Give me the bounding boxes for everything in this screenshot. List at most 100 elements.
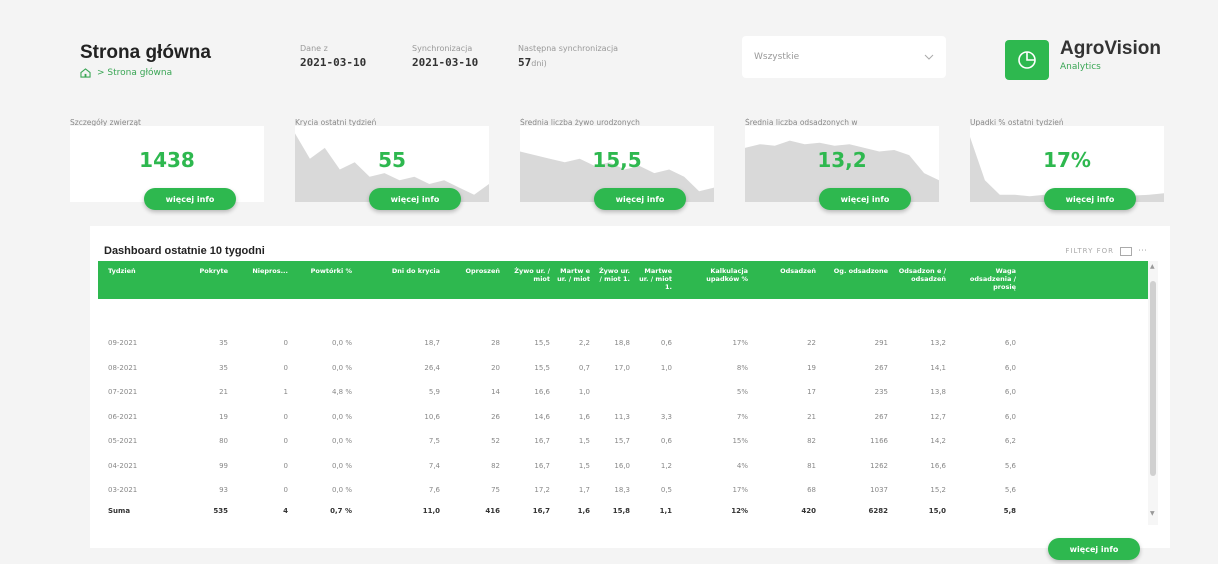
- kpi-animals: Szczegóły zwierząt 1438 więcej info: [70, 118, 264, 214]
- breadcrumb-current[interactable]: > Strona główna: [97, 68, 172, 78]
- table-cell: 07-2021: [108, 388, 138, 396]
- table-cell: 267: [874, 363, 888, 372]
- table-scrollbar[interactable]: ▲ ▼: [1148, 261, 1158, 525]
- column-header[interactable]: Niepros...: [242, 267, 288, 275]
- table-cell: 1: [283, 388, 288, 396]
- scroll-down-icon[interactable]: ▼: [1150, 510, 1155, 517]
- table-row[interactable]: 07-2021 21 1 4,8 % 5,9 14 16,6 1,0 5% 17 235 13,8 6,…: [98, 380, 1148, 404]
- scroll-up-icon[interactable]: ▲: [1150, 263, 1155, 270]
- column-header[interactable]: Tydzień: [108, 267, 168, 275]
- more-info-button[interactable]: więcej info: [1044, 188, 1136, 210]
- column-header[interactable]: Powtórki %: [298, 267, 352, 275]
- total-cell: 11,0: [422, 506, 440, 515]
- table-row[interactable]: 06-2021 19 0 0,0 % 10,6 26 14,6 1,6 11,3 3,3 7% 21 2…: [98, 405, 1148, 429]
- table-cell: 6,0: [1004, 363, 1016, 372]
- table-cell: 17%: [732, 339, 748, 347]
- data-table: Tydzień Pokryte Niepros... Powtórki % Dni do…: [98, 261, 1148, 525]
- home-icon[interactable]: [80, 68, 91, 78]
- table-cell: 7,6: [428, 486, 440, 494]
- more-info-button[interactable]: więcej info: [594, 188, 686, 210]
- farm-filter-dropdown[interactable]: Wszystkie: [742, 36, 946, 78]
- column-header[interactable]: Żywo ur. / miot 1.: [596, 267, 630, 283]
- brand: AgroVision Analytics: [1060, 38, 1161, 72]
- total-cell: 0,7 %: [330, 506, 352, 515]
- column-header[interactable]: Dni do krycia: [360, 267, 440, 275]
- table-row[interactable]: 05-2021 80 0 0,0 % 7,5 52 16,7 1,5 15,7 0,6 15% 82 1…: [98, 429, 1148, 453]
- breadcrumb: > Strona główna: [80, 68, 172, 78]
- table-cell: 1166: [870, 437, 888, 445]
- table-cell: 68: [807, 486, 816, 494]
- total-cell: 416: [485, 506, 500, 515]
- scroll-thumb[interactable]: [1150, 281, 1156, 476]
- kpi-value: 1438: [139, 148, 195, 172]
- total-cell: Suma: [108, 506, 131, 515]
- table-cell: 0,0 %: [331, 363, 352, 372]
- table-cell: 11,3: [614, 412, 630, 421]
- table-row[interactable]: 04-2021 99 0 0,0 % 7,4 82 16,7 1,5 16,0 1,2 4% 81 12…: [98, 454, 1148, 478]
- table-cell: 4,8 %: [331, 388, 352, 396]
- filter-label[interactable]: FILTRY FOR: [1065, 247, 1114, 255]
- table-cell: 267: [874, 412, 888, 421]
- column-header[interactable]: Odsadzon e / odsadzeń: [896, 267, 946, 283]
- table-cell: 05-2021: [108, 437, 138, 445]
- table-cell: 7,5: [428, 437, 440, 445]
- page-title: Strona główna: [80, 42, 211, 63]
- table-cell: 1,7: [578, 486, 590, 494]
- table-cell: 15,2: [930, 486, 946, 494]
- table-cell: 0: [283, 363, 288, 372]
- table-cell: 15,7: [614, 437, 630, 445]
- column-header[interactable]: Odsadzeń: [756, 267, 816, 275]
- total-cell: 535: [213, 506, 228, 515]
- table-more-info-button[interactable]: więcej info: [1048, 538, 1140, 560]
- table-cell: 14,6: [534, 412, 550, 421]
- total-cell: 420: [801, 506, 816, 515]
- table-cell: 26,4: [424, 363, 440, 372]
- more-info-button[interactable]: więcej info: [144, 188, 236, 210]
- table-cell: 0,6: [660, 339, 672, 347]
- table-cell: 17,2: [534, 486, 550, 494]
- table-cell: 5,6: [1004, 461, 1016, 470]
- table-cell: 19: [807, 363, 816, 372]
- sync-value: 2021-03-10: [412, 56, 479, 69]
- total-cell: 6282: [868, 506, 888, 515]
- table-cell: 15,5: [534, 363, 550, 372]
- table-cell: 0,5: [660, 486, 672, 494]
- more-options-icon[interactable]: ⋯: [1138, 246, 1148, 256]
- table-header: Tydzień Pokryte Niepros... Powtórki % Dni do…: [98, 261, 1148, 299]
- chevron-down-icon: [924, 54, 934, 60]
- table-cell: 2,2: [578, 339, 590, 347]
- next-sync-value-wrap: 57dni): [518, 56, 618, 69]
- kpi-weaned: Średnia liczba odsadzonych w 13,2 więcej…: [745, 118, 939, 214]
- table-cell: 16,6: [534, 388, 550, 396]
- table-cell: 06-2021: [108, 412, 138, 421]
- more-info-button[interactable]: więcej info: [819, 188, 911, 210]
- column-header[interactable]: Oproszeń: [456, 267, 500, 275]
- table-cell: 16,7: [534, 461, 550, 470]
- table-cell: 08-2021: [108, 363, 138, 372]
- column-header[interactable]: Og. odsadzone: [828, 267, 888, 275]
- table-cell: 16,0: [614, 461, 630, 470]
- table-row[interactable]: 08-2021 35 0 0,0 % 26,4 20 15,5 0,7 17,0 1,0 8% 19 2…: [98, 356, 1148, 380]
- more-info-button[interactable]: więcej info: [369, 188, 461, 210]
- focus-mode-icon[interactable]: [1120, 246, 1132, 256]
- table-cell: 0: [283, 412, 288, 421]
- column-header[interactable]: Martwe ur. / miot 1.: [636, 267, 672, 291]
- column-header[interactable]: Martw e ur. / miot: [556, 267, 590, 283]
- table-cell: 0,0 %: [331, 486, 352, 494]
- dashboard-panel: Dashboard ostatnie 10 tygodni FILTRY FOR…: [90, 226, 1170, 548]
- total-cell: 1,6: [577, 506, 590, 515]
- table-cell: 17: [807, 388, 816, 396]
- table-cell: 3,3: [660, 412, 672, 421]
- column-header[interactable]: Żywo ur. / miot: [508, 267, 550, 283]
- column-header[interactable]: Waga odsadzenia / prosię: [956, 267, 1016, 291]
- column-header[interactable]: Pokryte: [188, 267, 228, 275]
- table-cell: 15%: [732, 437, 748, 445]
- table-cell: 4%: [736, 461, 748, 470]
- table-cell: 04-2021: [108, 461, 138, 470]
- column-header[interactable]: Kalkulacja upadków %: [676, 267, 748, 283]
- table-row[interactable]: 09-2021 35 0 0,0 % 18,7 28 15,5 2,2 18,8 0,6 17% 22…: [98, 331, 1148, 355]
- table-cell: 6,2: [1004, 437, 1016, 445]
- table-cell: 28: [491, 339, 500, 347]
- table-cell: 03-2021: [108, 486, 138, 494]
- table-cell: 35: [219, 363, 228, 372]
